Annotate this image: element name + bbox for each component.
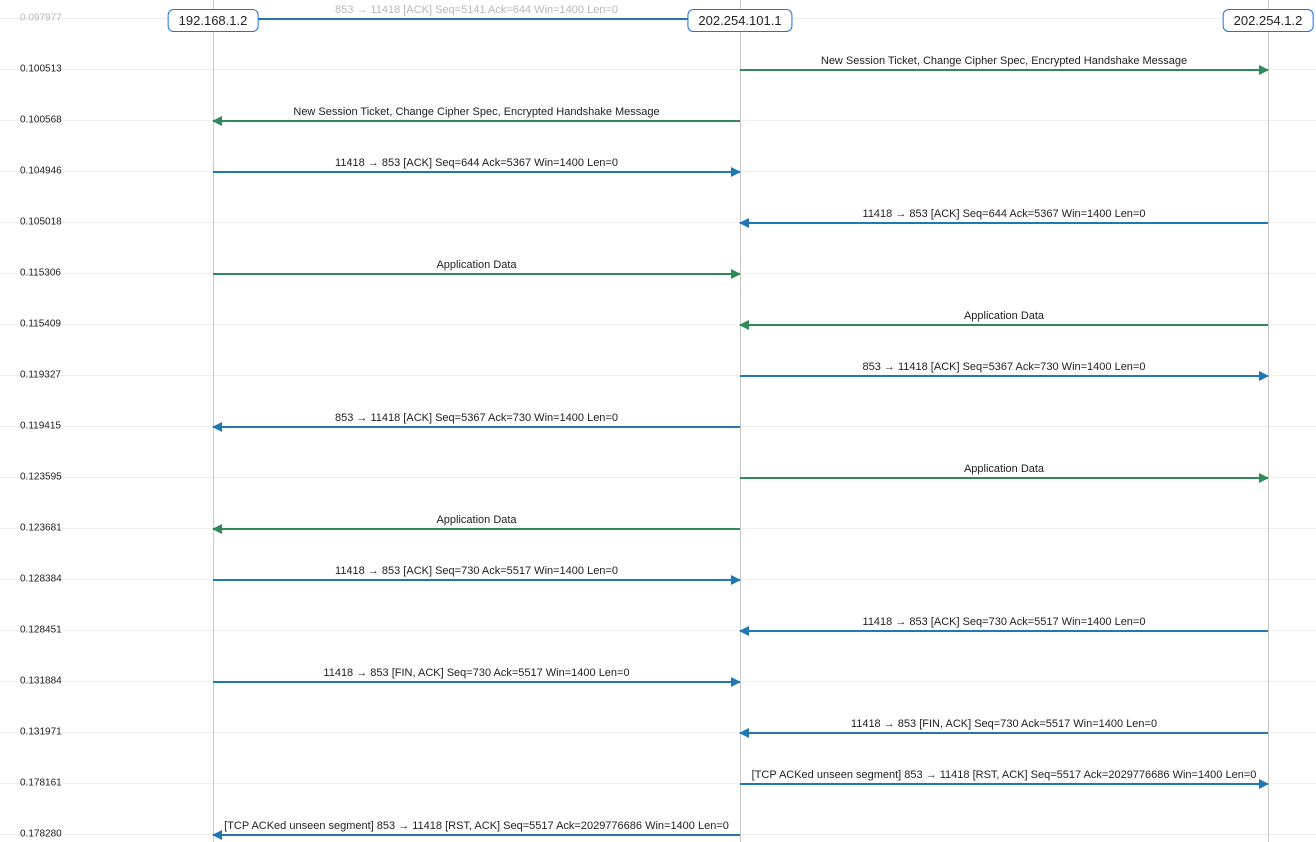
arrow-head-icon: [212, 524, 222, 534]
time-label: 0.115409: [20, 319, 61, 330]
time-label: 0.104946: [20, 166, 62, 177]
time-label: 0.128384: [20, 574, 62, 585]
arrow-head-icon: [739, 320, 749, 330]
lifeline-2: [740, 0, 741, 842]
flow-label: 11418 → 853 [ACK] Seq=730 Ack=5517 Win=1…: [335, 565, 618, 577]
arrow-head-icon: [731, 269, 741, 279]
flow-label: [TCP ACKed unseen segment] 853 → 11418 […: [224, 820, 729, 832]
flow-label: New Session Ticket, Change Cipher Spec, …: [821, 55, 1187, 67]
flow-arrow[interactable]: Application Data: [740, 477, 1268, 479]
flow-label: Application Data: [964, 310, 1044, 322]
arrow-head-icon: [739, 626, 749, 636]
arrow-head-icon: [212, 830, 222, 840]
arrow-head-icon: [212, 116, 222, 126]
node-badge-2[interactable]: 202.254.101.1: [687, 9, 792, 32]
flow-label: [TCP ACKed unseen segment] 853 → 11418 […: [752, 769, 1257, 781]
arrow-head-icon: [212, 422, 222, 432]
flow-label: 11418 → 853 [FIN, ACK] Seq=730 Ack=5517 …: [323, 667, 629, 679]
flow-label: 11418 → 853 [ACK] Seq=644 Ack=5367 Win=1…: [335, 157, 618, 169]
arrow-head-icon: [1259, 371, 1269, 381]
flow-arrow[interactable]: 11418 → 853 [FIN, ACK] Seq=730 Ack=5517 …: [213, 681, 740, 683]
flow-label: 11418 → 853 [FIN, ACK] Seq=730 Ack=5517 …: [851, 718, 1157, 730]
time-label: 0.178161: [20, 778, 62, 789]
time-label: 0.178280: [20, 829, 62, 840]
flow-label: Application Data: [436, 259, 516, 271]
time-label: 0.119327: [20, 370, 61, 381]
flow-arrow[interactable]: New Session Ticket, Change Cipher Spec, …: [740, 69, 1268, 71]
flow-arrow[interactable]: New Session Ticket, Change Cipher Spec, …: [213, 120, 740, 122]
flow-diagram: 192.168.1.2 202.254.101.1 202.254.1.2 0.097…: [0, 0, 1316, 842]
lifeline-1: [213, 0, 214, 842]
time-label: 0.128451: [20, 625, 62, 636]
time-label: 0.123681: [20, 523, 62, 534]
arrow-head-icon: [1259, 473, 1269, 483]
arrow-head-icon: [1259, 779, 1269, 789]
arrow-head-icon: [739, 218, 749, 228]
time-label: 0.115306: [20, 268, 61, 279]
flow-label: 11418 → 853 [ACK] Seq=644 Ack=5367 Win=1…: [863, 208, 1146, 220]
flow-arrow[interactable]: [TCP ACKed unseen segment] 853 → 11418 […: [740, 783, 1268, 785]
arrow-head-icon: [731, 575, 741, 585]
flow-label: Application Data: [964, 463, 1044, 475]
arrow-head-icon: [731, 677, 741, 687]
arrow-head-icon: [731, 167, 741, 177]
flow-arrow[interactable]: 11418 → 853 [ACK] Seq=730 Ack=5517 Win=1…: [213, 579, 740, 581]
flow-label: Application Data: [436, 514, 516, 526]
flow-arrow[interactable]: 11418 → 853 [ACK] Seq=644 Ack=5367 Win=1…: [213, 171, 740, 173]
node-badge-1[interactable]: 192.168.1.2: [168, 9, 259, 32]
flow-label: 853 → 11418 [ACK] Seq=5367 Ack=730 Win=1…: [863, 361, 1146, 373]
flow-arrow[interactable]: Application Data: [213, 273, 740, 275]
arrow-head-icon: [739, 728, 749, 738]
time-label: 0.100513: [20, 64, 62, 75]
time-label: 0.131884: [20, 676, 62, 687]
flow-arrow[interactable]: Application Data: [740, 324, 1268, 326]
arrow-head-icon: [1259, 65, 1269, 75]
lifeline-3: [1268, 0, 1269, 842]
time-label: 0.100568: [20, 115, 62, 126]
flow-arrow[interactable]: 853 → 11418 [ACK] Seq=5141 Ack=644 Win=1…: [213, 18, 740, 20]
flow-arrow[interactable]: 853 → 11418 [ACK] Seq=5367 Ack=730 Win=1…: [213, 426, 740, 428]
flow-arrow[interactable]: [TCP ACKed unseen segment] 853 → 11418 […: [213, 834, 740, 836]
time-label: 0.123595: [20, 472, 62, 483]
flow-arrow[interactable]: 11418 → 853 [ACK] Seq=730 Ack=5517 Win=1…: [740, 630, 1268, 632]
flow-label: New Session Ticket, Change Cipher Spec, …: [293, 106, 659, 118]
time-label: 0.105018: [20, 217, 62, 228]
node-badge-3[interactable]: 202.254.1.2: [1223, 9, 1314, 32]
flow-arrow[interactable]: Application Data: [213, 528, 740, 530]
flow-label: 853 → 11418 [ACK] Seq=5141 Ack=644 Win=1…: [335, 4, 618, 16]
time-label: 0.097977: [20, 13, 62, 24]
flow-label: 853 → 11418 [ACK] Seq=5367 Ack=730 Win=1…: [335, 412, 618, 424]
flow-arrow[interactable]: 11418 → 853 [FIN, ACK] Seq=730 Ack=5517 …: [740, 732, 1268, 734]
time-label: 0.131971: [20, 727, 62, 738]
flow-arrow[interactable]: 11418 → 853 [ACK] Seq=644 Ack=5367 Win=1…: [740, 222, 1268, 224]
flow-arrow[interactable]: 853 → 11418 [ACK] Seq=5367 Ack=730 Win=1…: [740, 375, 1268, 377]
flow-label: 11418 → 853 [ACK] Seq=730 Ack=5517 Win=1…: [863, 616, 1146, 628]
time-label: 0.119415: [20, 421, 61, 432]
